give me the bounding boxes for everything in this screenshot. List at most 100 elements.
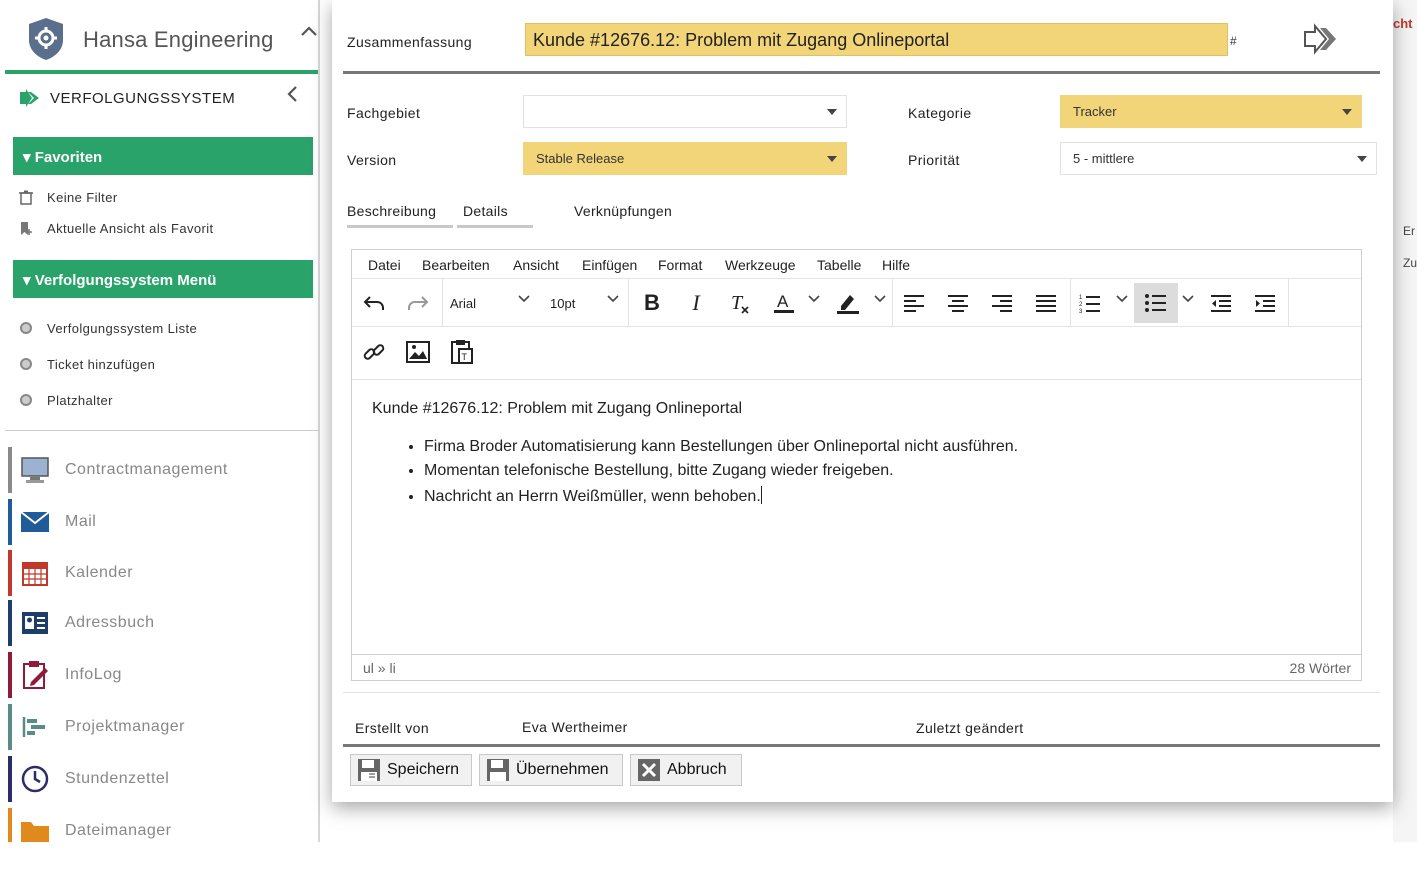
app-adressbuch[interactable]: Adressbuch — [8, 600, 308, 646]
bullet-list-icon[interactable] — [1134, 283, 1178, 323]
align-left-icon[interactable] — [898, 283, 930, 323]
app-projektmanager[interactable]: Projektmanager — [8, 704, 308, 750]
prioritaet-select[interactable]: 5 - mittlere — [1060, 142, 1377, 175]
menu-tabelle[interactable]: Tabelle — [817, 257, 861, 273]
menu-hilfe[interactable]: Hilfe — [882, 257, 910, 273]
app-stripe — [8, 447, 12, 493]
favorite-add-current-view[interactable]: Aktuelle Ansicht als Favorit — [18, 220, 214, 236]
image-icon[interactable] — [402, 332, 434, 372]
brand-logo[interactable] — [26, 14, 66, 64]
font-family-select[interactable]: Arial — [450, 283, 532, 323]
content-heading: Kunde #12676.12: Problem mit Zugang Onli… — [372, 400, 743, 417]
element-path[interactable]: ul » li — [363, 660, 396, 676]
menu-ansicht[interactable]: Ansicht — [513, 257, 559, 273]
chevron-down-icon[interactable] — [1116, 295, 1128, 303]
menu-werkzeuge[interactable]: Werkzeuge — [725, 257, 796, 273]
menu-datei[interactable]: Datei — [368, 257, 401, 273]
menu-item-placeholder[interactable]: Platzhalter — [18, 392, 113, 408]
app-infolog[interactable]: InfoLog — [8, 652, 308, 698]
paste-text-icon[interactable]: T — [446, 332, 478, 372]
apply-button[interactable]: Übernehmen — [479, 754, 623, 786]
app-label: Mail — [65, 513, 97, 530]
tab-beschreibung[interactable]: Beschreibung — [347, 203, 453, 228]
content-bullet-item: Momentan telefonische Bestellung, bitte … — [424, 462, 1332, 480]
caret-down-icon — [1357, 156, 1367, 162]
app-stundenzettel[interactable]: Stundenzettel — [8, 756, 308, 802]
app-stripe — [8, 756, 12, 802]
shield-gear-icon — [29, 18, 63, 60]
editor-menubar: Datei Bearbeiten Ansicht Einfügen Format… — [352, 250, 1361, 279]
chevron-left-icon[interactable] — [285, 84, 299, 110]
editor-statusbar: ul » li 28 Wörter — [352, 654, 1361, 680]
undo-icon[interactable] — [356, 283, 392, 323]
address-card-icon — [20, 608, 50, 638]
bullet-icon — [18, 356, 34, 372]
caret-down-icon — [827, 109, 837, 115]
app-mail[interactable]: Mail — [8, 499, 308, 545]
app-label: Projektmanager — [65, 718, 185, 735]
app-dateimanager[interactable]: Dateimanager — [8, 808, 308, 842]
cancel-label: Abbruch — [667, 761, 727, 778]
redo-icon[interactable] — [400, 283, 436, 323]
app-stripe — [8, 499, 12, 545]
created-by-label: Erstellt von — [355, 720, 430, 736]
favorites-header[interactable]: ▾ Favoriten — [13, 137, 313, 175]
align-center-icon[interactable] — [942, 283, 974, 323]
bullet-icon — [18, 392, 34, 408]
bold-icon[interactable]: B — [636, 283, 668, 323]
text-color-icon[interactable]: A — [768, 283, 800, 323]
app-kalender[interactable]: Kalender — [8, 550, 308, 596]
toolbar-separator — [628, 279, 629, 327]
svg-text:3: 3 — [1079, 309, 1083, 313]
svg-text:A: A — [777, 292, 789, 311]
version-select[interactable]: Stable Release — [523, 142, 847, 175]
tab-verknuepfungen[interactable]: Verknüpfungen — [574, 203, 672, 225]
app-label: Stundenzettel — [65, 770, 170, 787]
kategorie-select[interactable]: Tracker — [1060, 95, 1362, 128]
chevron-down-icon[interactable] — [1182, 295, 1194, 303]
calendar-icon — [20, 558, 50, 588]
save-button[interactable]: Speichern — [350, 754, 472, 786]
created-by-value: Eva Wertheimer — [522, 719, 628, 735]
forward-arrows-icon[interactable] — [1302, 22, 1338, 56]
bookmark-add-icon — [18, 220, 34, 236]
favorite-no-filter[interactable]: Keine Filter — [18, 189, 118, 205]
menu-item-list[interactable]: Verfolgungssystem Liste — [18, 320, 197, 336]
menu-einfuegen[interactable]: Einfügen — [582, 257, 637, 273]
editor-content[interactable]: Kunde #12676.12: Problem mit Zugang Onli… — [372, 400, 1332, 512]
fachgebiet-label: Fachgebiet — [347, 105, 421, 121]
align-right-icon[interactable] — [986, 283, 1018, 323]
chevron-down-icon[interactable] — [808, 295, 820, 303]
sidebar-divider — [5, 430, 318, 431]
menu-format[interactable]: Format — [658, 257, 702, 273]
cancel-button[interactable]: Abbruch — [630, 754, 742, 786]
content-bullet-text: Nachricht an Herrn Weißmüller, wenn beho… — [424, 488, 761, 505]
link-icon[interactable] — [358, 332, 390, 372]
numbered-list-icon[interactable]: 123 — [1074, 283, 1106, 323]
tab-details[interactable]: Details — [457, 203, 533, 228]
chevron-down-icon[interactable] — [874, 295, 886, 303]
menu-header[interactable]: ▾ Verfolgungssystem Menü — [13, 260, 313, 298]
menu-bearbeiten[interactable]: Bearbeiten — [422, 257, 490, 273]
svg-text:2: 2 — [1079, 302, 1083, 308]
align-justify-icon[interactable] — [1030, 283, 1062, 323]
outdent-icon[interactable] — [1205, 283, 1237, 323]
summary-label: Zusammenfassung — [347, 34, 473, 50]
fachgebiet-select[interactable] — [523, 95, 847, 128]
font-family-value: Arial — [450, 295, 477, 311]
summary-input[interactable]: Kunde #12676.12: Problem mit Zugang Onli… — [525, 23, 1228, 56]
app-contractmanagement[interactable]: Contractmanagement — [8, 447, 308, 493]
indent-icon[interactable] — [1249, 283, 1281, 323]
clear-format-icon[interactable]: T — [724, 283, 756, 323]
bullet-icon — [18, 320, 34, 336]
italic-icon[interactable]: I — [680, 283, 712, 323]
font-size-select[interactable]: 10pt — [550, 283, 610, 323]
app-label: Dateimanager — [65, 822, 172, 839]
menu-item-add-ticket[interactable]: Ticket hinzufügen — [18, 356, 155, 372]
highlight-color-icon[interactable] — [832, 283, 864, 323]
clock-icon — [20, 764, 50, 794]
app-title: VERFOLGUNGSSYSTEM — [50, 90, 236, 107]
menu-item-label: Verfolgungssystem Liste — [47, 320, 198, 336]
accent-divider — [5, 70, 318, 74]
chevron-up-icon[interactable] — [300, 20, 318, 43]
